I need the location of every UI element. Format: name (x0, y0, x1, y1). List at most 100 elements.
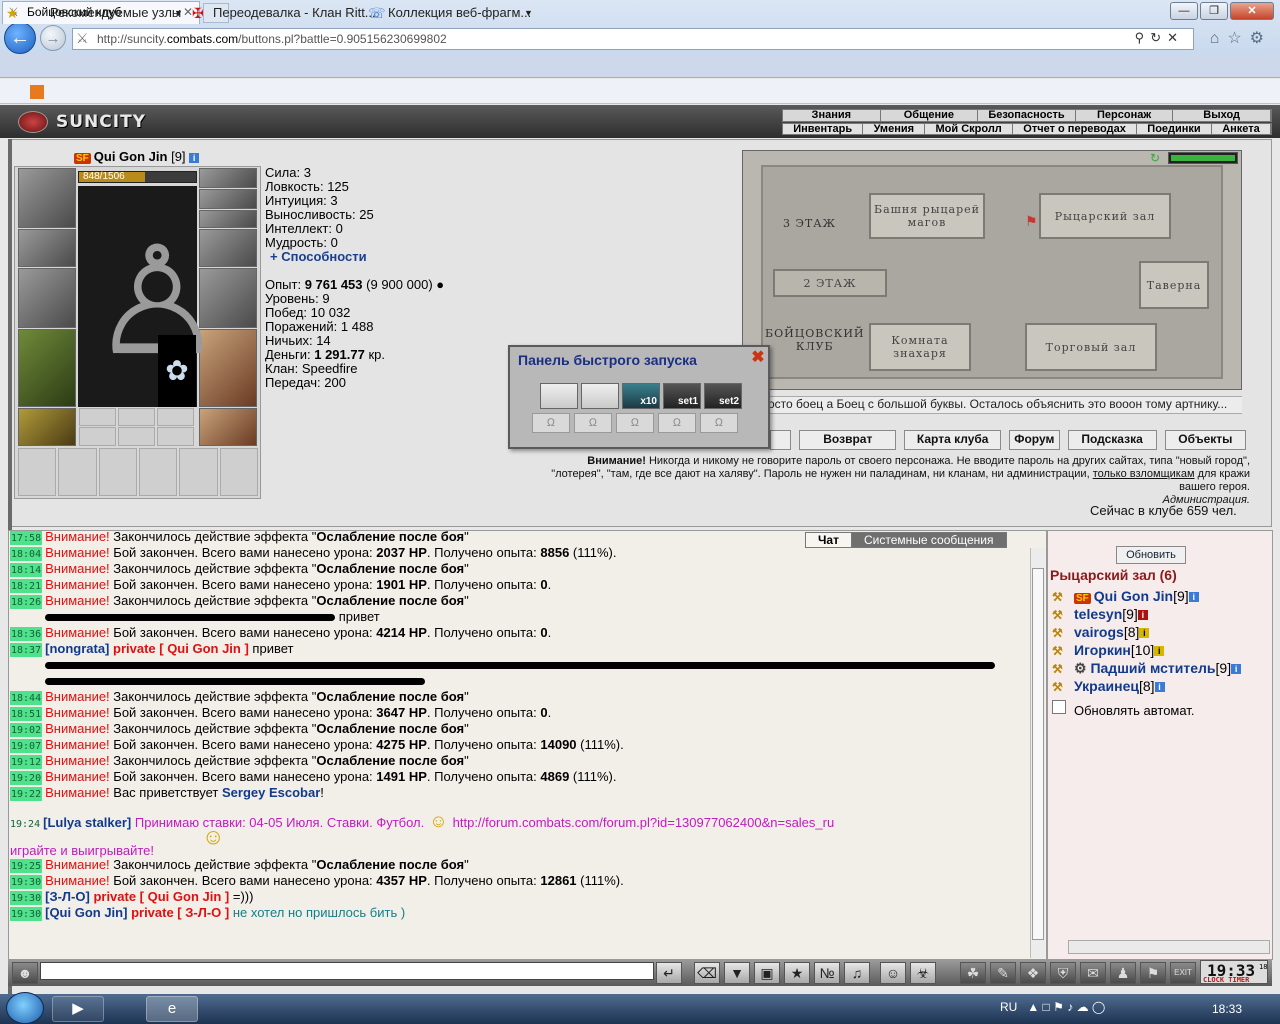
quick-slot-x10[interactable]: x10 (622, 383, 660, 409)
fighter-icon[interactable]: ★ (784, 962, 810, 984)
auto-refresh-checkbox[interactable] (1052, 700, 1066, 714)
pet-icon[interactable]: ✿ (158, 335, 196, 407)
start-button[interactable] (6, 992, 44, 1024)
warning-link[interactable]: только взломщикам (1093, 468, 1195, 480)
media-player-icon[interactable]: ▶ (52, 996, 104, 1022)
refresh-button[interactable]: Обновить (1116, 546, 1186, 564)
user-action-icon[interactable]: ⚒ (1052, 662, 1074, 676)
bag-slot[interactable] (179, 448, 218, 496)
forward-button[interactable]: → (40, 25, 66, 51)
chat-input[interactable] (40, 962, 654, 980)
objects-button[interactable]: Объекты (1164, 430, 1247, 450)
empty-slot-icon[interactable]: Ω (574, 413, 612, 433)
menu-character[interactable]: Персонаж (1076, 110, 1174, 121)
tray-lang[interactable]: RU (1000, 1000, 1017, 1014)
empty-slot-icon[interactable]: Ω (700, 413, 738, 433)
user-action-icon[interactable]: ⚒ (1052, 680, 1074, 694)
search-icon[interactable]: ⚲ (1135, 30, 1151, 45)
tray-icons[interactable]: ▲ □ ⚑ ♪ ☁ ◯ (1027, 1000, 1105, 1014)
back-button[interactable]: ← (4, 22, 36, 54)
quick-slot-set2[interactable]: set2 (704, 383, 742, 409)
amulet-slot[interactable] (199, 189, 257, 209)
map-tavern[interactable]: Таверна (1139, 261, 1209, 309)
menu-knowledge[interactable]: Знания (783, 110, 881, 121)
chevron-down-icon[interactable]: ▼ (174, 5, 183, 21)
user-row[interactable]: ⚒ Украинец[8] i (1052, 678, 1165, 696)
chevron-down-icon[interactable]: ▼ (524, 5, 533, 21)
quick-slot-set1[interactable]: set1 (663, 383, 701, 409)
map-club-label[interactable]: БОЙЦОВСКИЙ КЛУБ (765, 327, 865, 353)
address-bar-actions[interactable]: ⚲↻✕ (1135, 30, 1184, 46)
forum-button[interactable]: Форум (1009, 430, 1060, 450)
favorites-star-icon[interactable]: ☆ (1227, 30, 1249, 47)
emoticon-icon[interactable]: ☺ (880, 962, 906, 984)
bracers-slot[interactable] (18, 229, 76, 267)
empty-slot-icon[interactable]: Ω (532, 413, 570, 433)
friends-icon[interactable]: ♟ (1110, 962, 1136, 984)
return-button[interactable]: Возврат (799, 430, 897, 450)
submenu-duels[interactable]: Поединки (1137, 124, 1212, 135)
room-hscrollbar[interactable] (1068, 940, 1270, 954)
tab-system[interactable]: Системные сообщения (850, 532, 1007, 548)
info-icon[interactable]: i (1231, 664, 1242, 675)
fav-webslices[interactable]: Коллекция веб-фрагм... (388, 5, 531, 21)
filter-icon[interactable]: ▼ (724, 962, 750, 984)
chat-scroll-thumb[interactable] (1032, 568, 1044, 940)
chat-nick[interactable]: [Lulya stalker] (43, 815, 131, 830)
scroll-icon[interactable]: ✎ (990, 962, 1016, 984)
flag-icon[interactable]: ⚑ (1140, 962, 1166, 984)
map-healer-room[interactable]: Комната знахаря (869, 323, 971, 371)
helmet-slot[interactable] (18, 168, 76, 228)
map-trade-hall[interactable]: Торговый зал (1025, 323, 1157, 371)
hint-button[interactable]: Подсказка (1067, 430, 1157, 450)
ie-taskbar-icon[interactable]: e (146, 996, 198, 1022)
user-row[interactable]: ⚒ telesyn[9] i (1052, 606, 1148, 624)
map-knights-hall[interactable]: Рыцарский зал (1039, 193, 1171, 239)
small-slot[interactable] (157, 408, 194, 426)
boots-slot[interactable] (199, 408, 257, 446)
user-action-icon[interactable]: ⚒ (1052, 626, 1074, 640)
mail-icon[interactable]: ✉ (1080, 962, 1106, 984)
close-icon[interactable]: ✖ (750, 350, 766, 366)
chat-nick[interactable]: [nongrata] (45, 641, 109, 656)
translit-icon[interactable]: № (814, 962, 840, 984)
favorites-star-icon[interactable]: ★ (6, 5, 19, 21)
fav-pereodevalka[interactable]: Переодевалка - Клан Ritt... (213, 5, 376, 21)
belt-slot[interactable] (18, 408, 76, 446)
info-icon[interactable]: i (189, 152, 200, 163)
submenu-inventory[interactable]: Инвентарь (783, 124, 864, 135)
quick-slot[interactable] (540, 383, 578, 409)
send-icon[interactable]: ↵ (656, 962, 682, 984)
bag-slot[interactable] (18, 448, 57, 496)
map-tower-room[interactable]: Башня рыцарей магов (869, 193, 985, 239)
quick-slot[interactable] (581, 383, 619, 409)
shield-icon[interactable]: ⛨ (1050, 962, 1076, 984)
stop-icon[interactable]: ✕ (1167, 30, 1184, 45)
settings-gear-icon[interactable]: ⚙ (1250, 30, 1272, 47)
small-slot[interactable] (118, 408, 155, 426)
user-row[interactable]: ⚒ vairogs[8] i (1052, 624, 1150, 642)
small-slot[interactable] (79, 408, 116, 426)
user-action-icon[interactable]: ⚒ (1052, 590, 1074, 604)
info-icon[interactable]: i (1139, 628, 1150, 639)
forum-link[interactable]: http://forum.combats.com/forum.pl?id=130… (453, 815, 835, 830)
menu-security[interactable]: Безопасность (978, 110, 1076, 121)
tab-chat[interactable]: Чат (805, 532, 852, 548)
bag-slot[interactable] (58, 448, 97, 496)
chat-scrollbar[interactable] (1030, 548, 1045, 958)
helmet-icon[interactable]: ☣ (910, 962, 936, 984)
info-icon[interactable]: i (1154, 646, 1165, 657)
menu-exit[interactable]: Выход (1173, 110, 1271, 121)
small-slot[interactable] (79, 427, 116, 446)
user-row[interactable]: ⚒ SF Qui Gon Jin[9] i (1052, 588, 1199, 606)
move-icon[interactable]: ❖ (1020, 962, 1046, 984)
submenu-transfers[interactable]: Отчет о переводах (1013, 124, 1138, 135)
club-map-button[interactable]: Карта клуба (904, 430, 1002, 450)
exit-icon[interactable]: EXIT (1170, 962, 1196, 984)
small-slot[interactable] (157, 427, 194, 446)
save-icon[interactable]: ▣ (754, 962, 780, 984)
clear-icon[interactable]: ⌫ (694, 962, 720, 984)
armor-slot[interactable] (18, 329, 76, 407)
character-name[interactable]: SF Qui Gon Jin [9] i (74, 149, 200, 164)
restore-button[interactable]: ❐ (1200, 2, 1228, 20)
